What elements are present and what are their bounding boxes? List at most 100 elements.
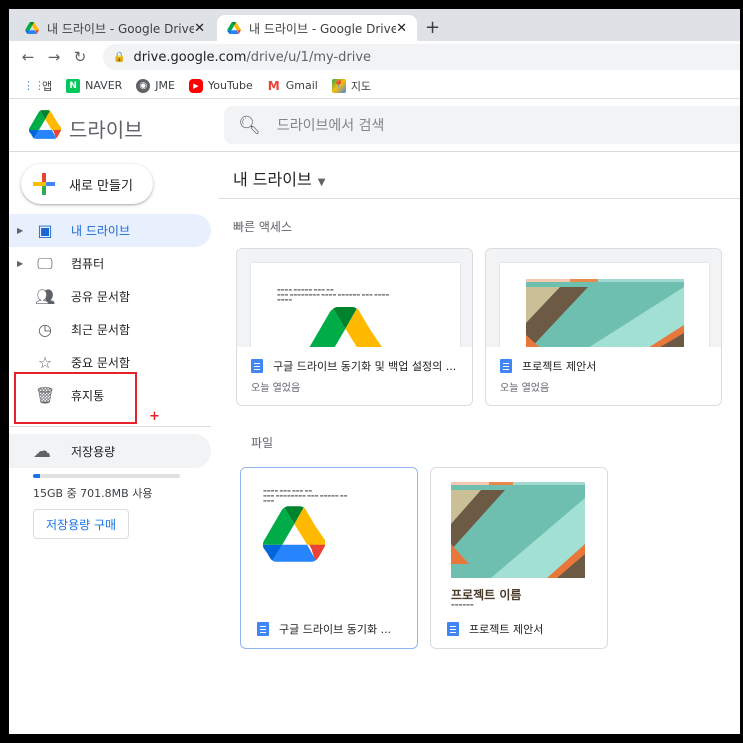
- doc-icon: [500, 359, 512, 373]
- gmail-icon: M: [267, 78, 280, 93]
- sidebar-item-label: 컴퓨터: [71, 257, 105, 271]
- bookmark-label: Gmail: [285, 79, 318, 92]
- doc-preview-sheet: [500, 263, 709, 347]
- new-button[interactable]: 새로 만들기: [21, 164, 153, 204]
- sidebar-item-label: 공유 문서함: [71, 290, 131, 304]
- back-arrow-icon[interactable]: ←: [15, 48, 41, 66]
- new-tab-button[interactable]: +: [425, 17, 440, 38]
- maps-icon: 📍: [331, 78, 346, 93]
- search-icon[interactable]: 🔍︎: [238, 115, 261, 136]
- storage-usage-fill: [33, 474, 40, 478]
- cloud-icon: ☁︎: [33, 440, 51, 462]
- globe-icon: ◉: [136, 78, 151, 93]
- browser-tab-2[interactable]: 내 드라이브 - Google Drive ✕: [217, 15, 417, 41]
- doc-icon: [251, 359, 263, 373]
- sidebar-item-my-drive[interactable]: ▶ ▣ 내 드라이브: [9, 214, 211, 247]
- page-title-text: 내 드라이브: [233, 170, 312, 189]
- file-name: 구글 드라이브 동기화 및 백업 설정의 ...: [251, 358, 466, 374]
- bookmark-label: NAVER: [85, 79, 123, 92]
- bookmark-youtube[interactable]: ▶ YouTube: [188, 78, 253, 93]
- slide-art-preview: [526, 279, 684, 347]
- bookmark-jme[interactable]: ◉ JME: [136, 78, 175, 93]
- reload-icon[interactable]: ↻: [67, 48, 93, 66]
- doc-preview: ▬▬▬▬ ▬▬▬▬▬ ▬▬▬ ▬▬ ▬▬▬ ▬▬▬▬▬▬▬▬ ▬▬▬▬ ▬▬▬▬▬…: [237, 249, 472, 347]
- file-meta: 오늘 열었음: [251, 383, 301, 394]
- storage-label: 저장용량: [71, 444, 116, 459]
- doc-preview: [486, 249, 721, 347]
- bookmark-label: JME: [155, 79, 175, 92]
- browser-toolbar: ← → ↻ 🔒 drive.google.com/drive/u/1/my-dr…: [9, 41, 740, 73]
- drive-logo-icon[interactable]: [29, 110, 61, 139]
- quick-access-card[interactable]: ▬▬▬▬ ▬▬▬▬▬ ▬▬▬ ▬▬ ▬▬▬ ▬▬▬▬▬▬▬▬ ▬▬▬▬ ▬▬▬▬▬…: [236, 248, 473, 406]
- sidebar-item-label: 최근 문서함: [71, 323, 131, 337]
- my-drive-icon: ▣: [37, 221, 53, 240]
- youtube-icon: ▶: [188, 78, 203, 93]
- caret-down-icon[interactable]: ▼: [318, 177, 326, 188]
- preview-tiny-text: ▬▬▬▬ ▬▬▬ ▬▬▬ ▬▬ ▬▬▬ ▬▬▬▬▬▬▬▬ ▬▬▬ ▬▬▬▬▬ ▬▬…: [263, 488, 348, 503]
- bookmark-gmail[interactable]: M Gmail: [267, 79, 318, 93]
- storage-usage-bar: [33, 474, 180, 478]
- drive-logo-icon: [263, 506, 325, 562]
- drive-brand[interactable]: 드라이브: [69, 114, 143, 143]
- close-icon[interactable]: ✕: [194, 21, 205, 36]
- preview-tiny-text: ▬▬▬▬ ▬▬▬▬▬ ▬▬▬ ▬▬ ▬▬▬ ▬▬▬▬▬▬▬▬ ▬▬▬▬ ▬▬▬▬▬…: [277, 287, 390, 302]
- doc-icon: [257, 622, 269, 636]
- doc-preview-sheet: ▬▬▬▬ ▬▬▬▬▬ ▬▬▬ ▬▬ ▬▬▬ ▬▬▬▬▬▬▬▬ ▬▬▬▬ ▬▬▬▬▬…: [251, 263, 460, 347]
- bookmarks-bar: ⋮⋮ 앱 N NAVER ◉ JME ▶ YouTube M Gmail 📍 지…: [9, 73, 740, 99]
- drive-header: 드라이브 🔍︎ 드라이브에서 검색: [9, 100, 740, 152]
- sidebar-divider: [9, 426, 211, 427]
- star-icon: ☆: [37, 353, 53, 372]
- close-icon[interactable]: ✕: [396, 21, 407, 36]
- bookmark-label: YouTube: [207, 79, 253, 92]
- sidebar-item-recent[interactable]: ◷ 최근 문서함: [9, 313, 219, 346]
- slide-art-preview: [451, 482, 585, 578]
- sidebar: 새로 만들기 ▶ ▣ 내 드라이브 ▶ 🖵︎ 컴퓨터 👥︎ 공유 문서함 ◷ 최…: [9, 152, 219, 734]
- page-title[interactable]: 내 드라이브 ▼: [233, 166, 325, 190]
- sidebar-item-storage[interactable]: ☁︎ 저장용량: [9, 434, 211, 468]
- bookmark-maps[interactable]: 📍 지도: [331, 78, 372, 94]
- tab-title: 내 드라이브 - Google Drive: [47, 21, 195, 36]
- main-content: 내 드라이브 ▼ 빠른 액세스 ▬▬▬▬ ▬▬▬▬▬ ▬▬▬ ▬▬ ▬▬▬ ▬▬▬▬…: [219, 152, 740, 734]
- tab-title: 내 드라이브 - Google Drive: [249, 21, 397, 36]
- file-card[interactable]: ▬▬▬▬ ▬▬▬ ▬▬▬ ▬▬ ▬▬▬ ▬▬▬▬▬▬▬▬ ▬▬▬ ▬▬▬▬▬ ▬▬…: [240, 467, 418, 649]
- tab-strip: 내 드라이브 - Google Drive ✕ 내 드라이브 - Google …: [9, 9, 740, 41]
- bookmark-naver[interactable]: N NAVER: [66, 78, 123, 93]
- file-name: 구글 드라이브 동기화 ...: [257, 621, 412, 637]
- browser-tab-1[interactable]: 내 드라이브 - Google Drive ✕: [15, 15, 215, 41]
- expand-arrow-icon[interactable]: ▶: [17, 259, 23, 268]
- doc-preview: 프로젝트 이름 ▬▬▬▬▬▬: [431, 468, 607, 606]
- bookmark-label: 지도: [350, 79, 372, 93]
- search-input[interactable]: 드라이브에서 검색: [277, 115, 385, 135]
- new-button-label: 새로 만들기: [69, 178, 133, 194]
- annotation-highlight-box: [14, 372, 137, 424]
- file-name-text: 구글 드라이브 동기화 및 백업 설정의 ...: [273, 360, 457, 373]
- drive-logo-icon: [309, 307, 382, 347]
- preview-project-title: 프로젝트 이름: [451, 588, 522, 602]
- file-meta: 오늘 열었음: [500, 383, 550, 394]
- quick-access-card[interactable]: 프로젝트 제안서 오늘 열었음: [485, 248, 722, 406]
- computer-icon: 🖵︎: [37, 253, 53, 273]
- address-bar[interactable]: 🔒 drive.google.com/drive/u/1/my-drive: [103, 44, 740, 70]
- bookmark-apps[interactable]: ⋮⋮ 앱: [23, 78, 52, 94]
- sidebar-item-label: 중요 문서함: [71, 356, 131, 370]
- drive-favicon-icon: [25, 22, 39, 34]
- browser-window: 내 드라이브 - Google Drive ✕ 내 드라이브 - Google …: [9, 9, 740, 734]
- apps-grid-icon: ⋮⋮: [23, 78, 45, 92]
- sidebar-item-shared[interactable]: 👥︎ 공유 문서함: [9, 280, 219, 313]
- shared-icon: 👥︎: [35, 287, 56, 306]
- search-bar[interactable]: 🔍︎ 드라이브에서 검색: [224, 106, 740, 144]
- url-host: drive.google.com: [133, 49, 247, 65]
- file-name-text: 프로젝트 제안서: [469, 623, 544, 636]
- plus-icon: [33, 173, 55, 195]
- forward-arrow-icon[interactable]: →: [41, 48, 67, 66]
- file-card[interactable]: 프로젝트 이름 ▬▬▬▬▬▬ 프로젝트 제안서: [430, 467, 608, 649]
- clock-icon: ◷: [38, 320, 52, 339]
- quick-access-label: 빠른 액세스: [233, 220, 293, 234]
- file-name-text: 프로젝트 제안서: [522, 360, 597, 373]
- expand-arrow-icon[interactable]: ▶: [17, 226, 23, 235]
- file-name-text: 구글 드라이브 동기화 ...: [279, 623, 392, 636]
- buy-storage-button[interactable]: 저장용량 구매: [33, 509, 130, 539]
- sidebar-item-computers[interactable]: ▶ 🖵︎ 컴퓨터: [9, 247, 219, 280]
- doc-icon: [447, 622, 459, 636]
- storage-usage-text: 15GB 중 701.8MB 사용: [33, 487, 153, 500]
